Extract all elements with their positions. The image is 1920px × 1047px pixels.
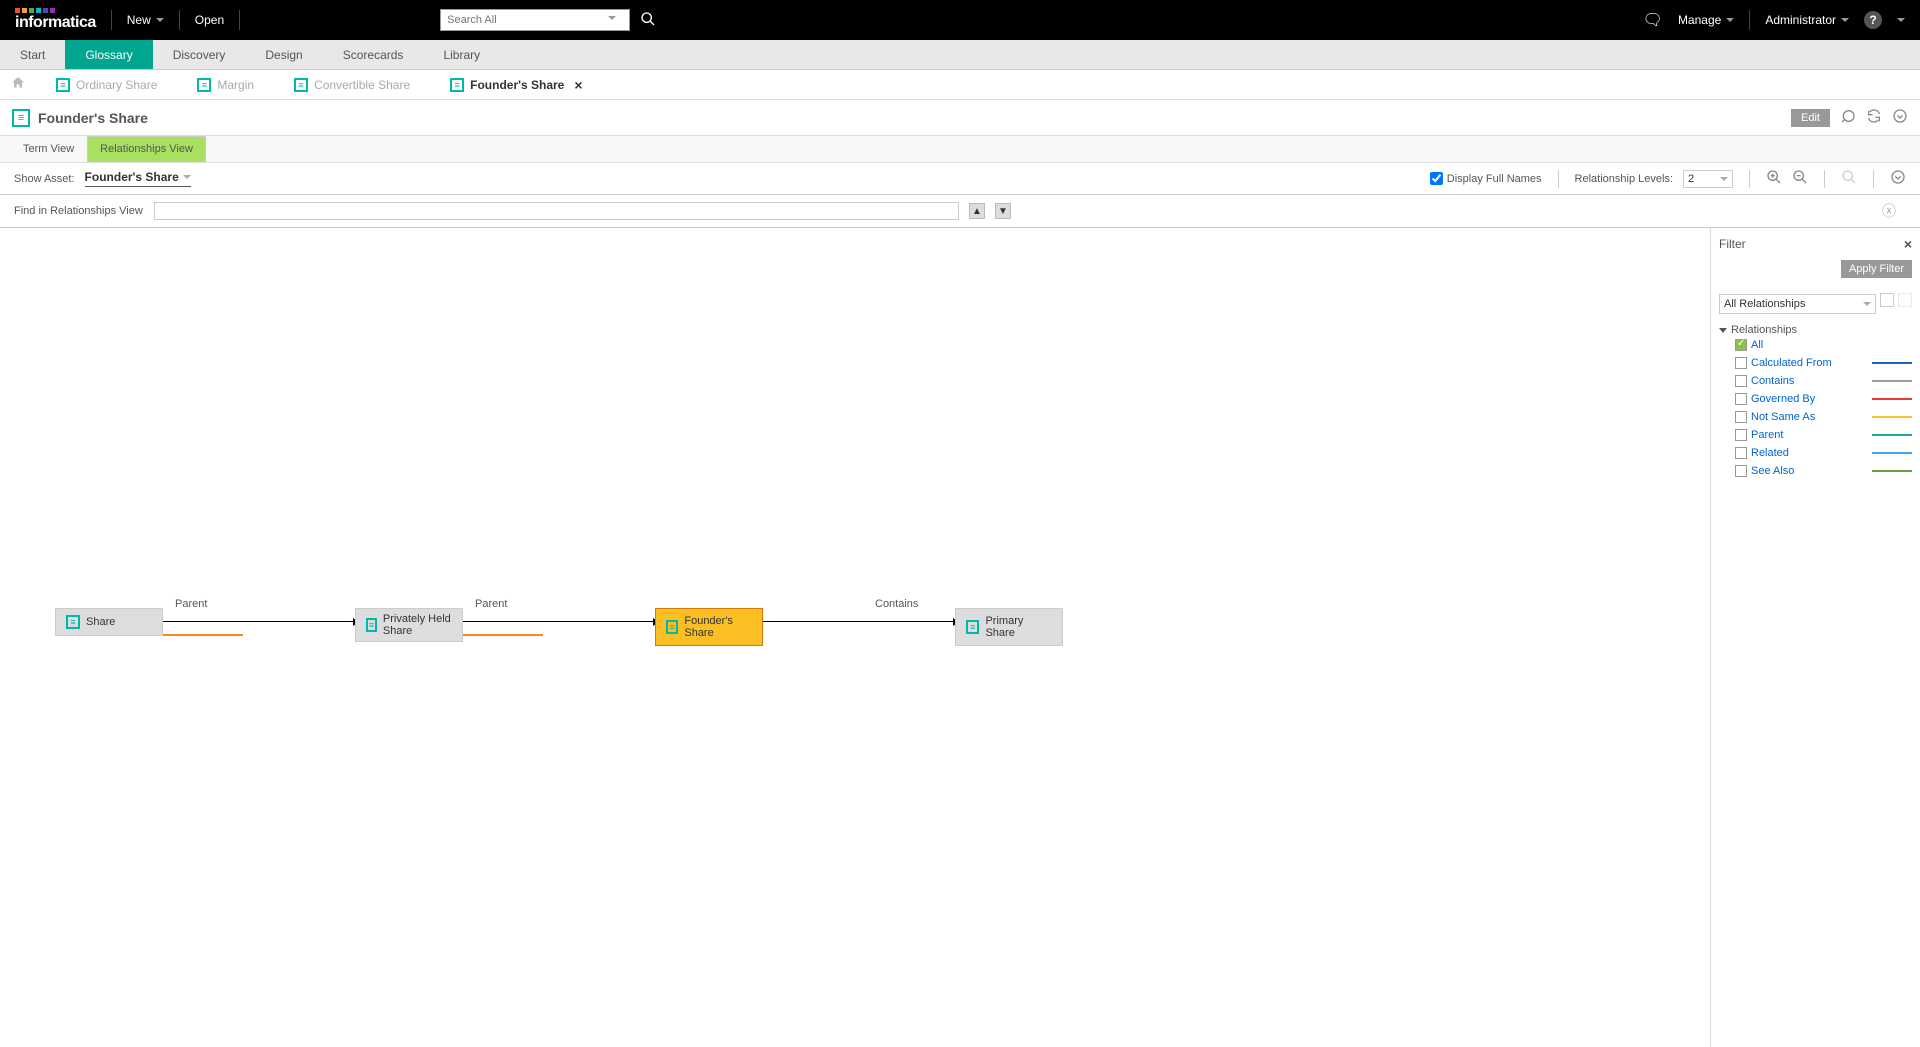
apply-filter-button[interactable]: Apply Filter (1841, 260, 1912, 278)
tabs-bar: ≡ Ordinary Share ≡ Margin ≡ Convertible … (0, 70, 1920, 100)
term-icon: ≡ (294, 78, 308, 92)
logo-text: informatica (15, 14, 96, 32)
edge-color (163, 634, 243, 636)
search-dropdown-icon[interactable] (608, 16, 616, 20)
tab-convertible-share[interactable]: ≡ Convertible Share (284, 78, 420, 92)
term-icon: ≡ (966, 620, 979, 634)
term-icon: ≡ (366, 618, 377, 632)
tab-founders-share[interactable]: ≡ Founder's Share × (440, 77, 592, 93)
term-icon: ≡ (66, 615, 80, 629)
edge-line (163, 621, 353, 622)
search-wrapper (440, 9, 656, 31)
nav-design[interactable]: Design (245, 40, 322, 69)
filter-save-icon[interactable] (1880, 293, 1894, 307)
page-title: Founder's Share (38, 110, 148, 126)
nav-discovery[interactable]: Discovery (153, 40, 246, 69)
tab-margin[interactable]: ≡ Margin (187, 78, 264, 92)
term-icon: ≡ (12, 109, 30, 127)
zoom-out-icon[interactable] (1792, 169, 1808, 188)
find-bar: Find in Relationships View ▲ ▼ ⓧ (0, 195, 1920, 228)
close-icon[interactable]: × (574, 77, 582, 93)
settings-dropdown-icon[interactable] (1890, 169, 1906, 188)
manage-menu[interactable]: Manage (1678, 13, 1734, 27)
nav-library[interactable]: Library (423, 40, 500, 69)
filter-section-relationships[interactable]: Relationships (1719, 324, 1912, 336)
term-icon: ≡ (666, 620, 678, 634)
node-founders-share[interactable]: ≡ Founder's Share (655, 608, 763, 646)
zoom-fit-icon[interactable] (1841, 169, 1857, 188)
edge-label-parent: Parent (175, 598, 207, 610)
logo: informatica (15, 8, 96, 32)
show-asset-selector[interactable]: Founder's Share (85, 170, 191, 187)
search-input[interactable] (440, 9, 630, 31)
edge-label-contains: Contains (875, 598, 918, 610)
tab-relationships-view[interactable]: Relationships View (87, 136, 206, 162)
filter-item-see-also[interactable]: See Also (1719, 462, 1912, 480)
view-tabs: Term View Relationships View (0, 136, 1920, 163)
edge-line (763, 621, 953, 622)
filter-item-calculated-from[interactable]: Calculated From (1719, 354, 1912, 372)
nav-start[interactable]: Start (0, 40, 65, 69)
nav-glossary[interactable]: Glossary (65, 40, 152, 69)
find-next-icon[interactable]: ▼ (995, 203, 1011, 219)
edit-button[interactable]: Edit (1791, 109, 1830, 127)
edge-label-parent: Parent (475, 598, 507, 610)
edge-color (463, 634, 543, 636)
filter-panel: Filter × Apply Filter All Relationships … (1710, 228, 1920, 1047)
find-prev-icon[interactable]: ▲ (969, 203, 985, 219)
find-label: Find in Relationships View (14, 205, 144, 217)
main-nav: Start Glossary Discovery Design Scorecar… (0, 40, 1920, 70)
top-bar: informatica New Open 🗨 Manage Administra… (0, 0, 1920, 40)
relationships-canvas[interactable]: ≡ Share Parent ≡ Privately Held Share Pa… (0, 228, 1710, 1047)
zoom-in-icon[interactable] (1766, 169, 1782, 188)
edge-line (463, 621, 653, 622)
term-icon: ≡ (197, 78, 211, 92)
term-icon: ≡ (56, 78, 70, 92)
filter-item-parent[interactable]: Parent (1719, 426, 1912, 444)
filter-item-all[interactable]: All (1719, 336, 1912, 354)
search-icon[interactable] (640, 11, 656, 30)
filter-item-governed-by[interactable]: Governed By (1719, 390, 1912, 408)
node-primary-share[interactable]: ≡ Primary Share (955, 608, 1063, 646)
presence-icon[interactable]: 🗨 (1643, 10, 1663, 30)
chevron-down-icon[interactable] (1892, 108, 1908, 127)
nav-scorecards[interactable]: Scorecards (323, 40, 424, 69)
filter-close-icon[interactable]: × (1904, 236, 1912, 252)
display-full-names-checkbox[interactable]: Display Full Names (1430, 172, 1542, 185)
filter-item-not-same-as[interactable]: Not Same As (1719, 408, 1912, 426)
user-menu[interactable]: Administrator (1765, 13, 1849, 27)
comment-icon[interactable] (1840, 108, 1856, 127)
filter-item-related[interactable]: Related (1719, 444, 1912, 462)
filter-delete-icon[interactable] (1898, 293, 1912, 307)
tab-term-view[interactable]: Term View (10, 136, 87, 162)
node-privately-held[interactable]: ≡ Privately Held Share (355, 608, 463, 642)
overflow-menu-icon[interactable] (1897, 18, 1905, 22)
open-menu[interactable]: Open (195, 13, 224, 27)
new-menu[interactable]: New (127, 13, 164, 27)
tab-ordinary-share[interactable]: ≡ Ordinary Share (46, 78, 167, 92)
find-input[interactable] (154, 202, 959, 220)
filter-relationships-dropdown[interactable]: All Relationships (1719, 294, 1876, 314)
filter-title: Filter (1719, 237, 1746, 251)
home-icon[interactable] (10, 75, 26, 94)
find-clear-icon[interactable]: ⓧ (1882, 201, 1896, 221)
page-header: ≡ Founder's Share Edit (0, 100, 1920, 136)
relationship-levels-label: Relationship Levels: (1575, 173, 1673, 185)
help-icon[interactable]: ? (1864, 11, 1882, 29)
refresh-icon[interactable] (1866, 108, 1882, 127)
show-asset-label: Show Asset: (14, 173, 75, 185)
node-share[interactable]: ≡ Share (55, 608, 163, 636)
relationship-levels-select[interactable]: 2 (1683, 170, 1733, 188)
filter-item-contains[interactable]: Contains (1719, 372, 1912, 390)
term-icon: ≡ (450, 78, 464, 92)
relationships-toolbar: Show Asset: Founder's Share Display Full… (0, 163, 1920, 195)
